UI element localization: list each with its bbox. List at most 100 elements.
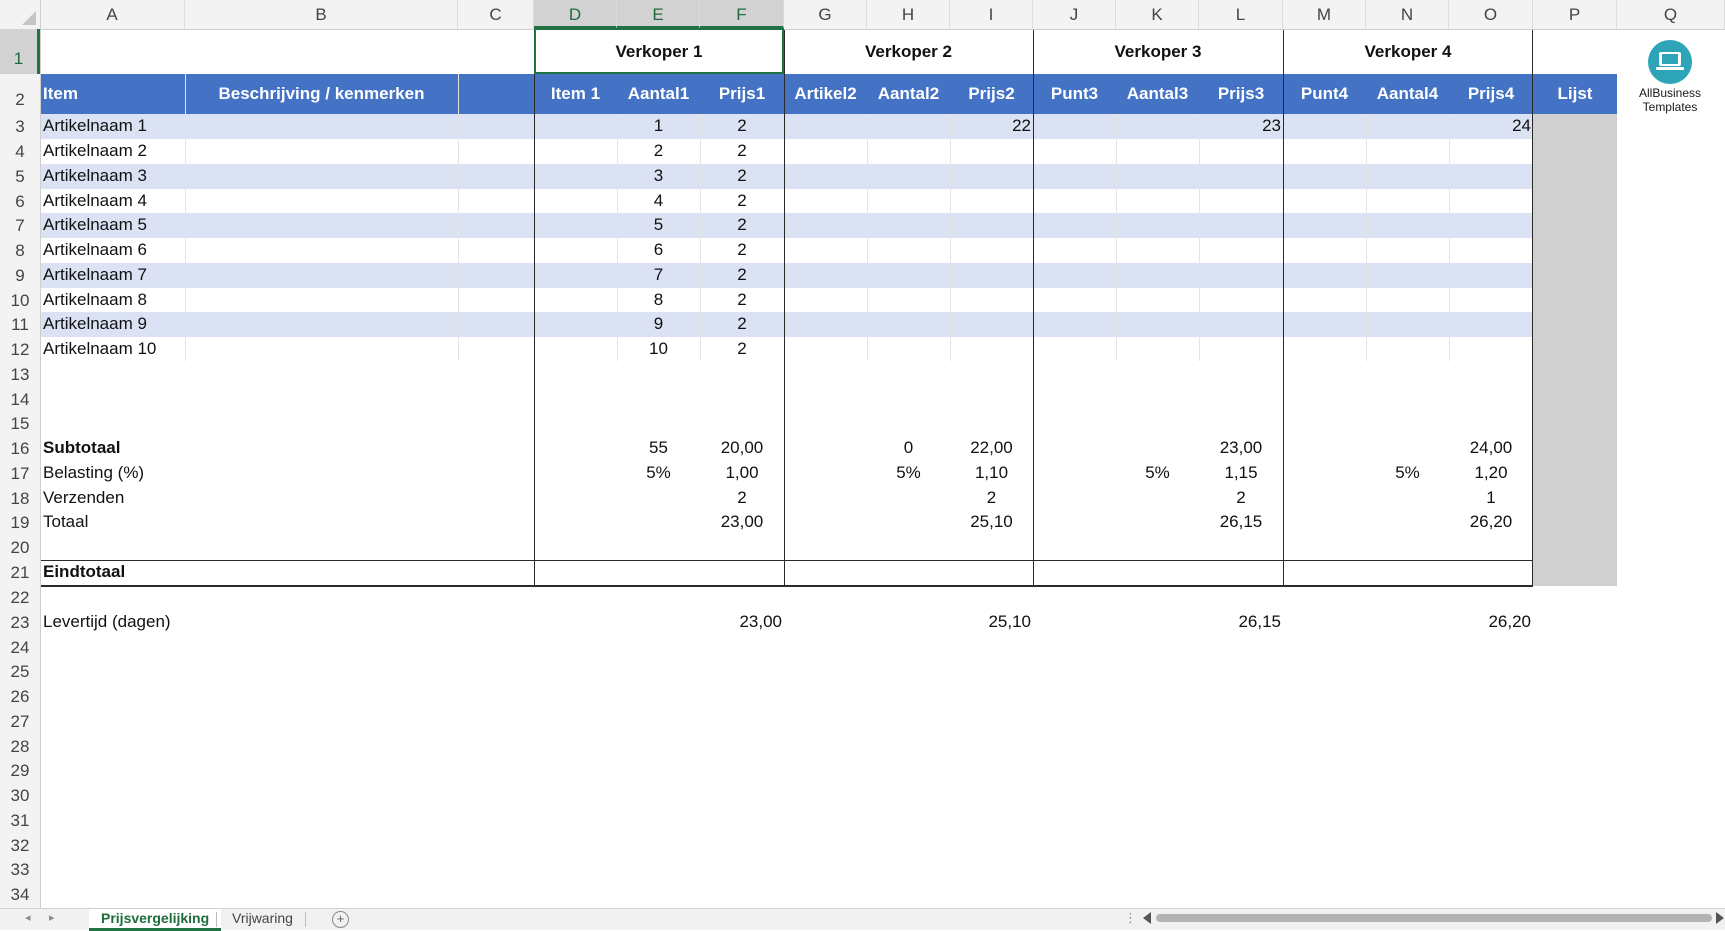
v1-total[interactable]: 23,00 <box>700 512 784 532</box>
v1-tax-pct[interactable]: 5% <box>617 463 700 483</box>
spreadsheet-grid[interactable]: A B C D E F G H I J K L M N O P Q 1 2 3 … <box>0 0 1725 908</box>
column-header-f[interactable]: F <box>700 0 784 29</box>
tab-prev-icon[interactable]: ◂ <box>25 911 31 924</box>
v4-shipping[interactable]: 1 <box>1449 488 1533 508</box>
header-aantal1[interactable]: Aantal1 <box>617 74 700 114</box>
tax-label[interactable]: Belasting (%) <box>43 463 144 483</box>
item-qty[interactable]: 6 <box>617 240 700 260</box>
header-item1[interactable]: Item 1 <box>534 74 617 114</box>
column-header-j[interactable]: J <box>1033 0 1116 29</box>
row-header-14[interactable]: 14 <box>0 387 40 412</box>
item-name[interactable]: Artikelnaam 10 <box>43 339 156 359</box>
item-qty[interactable]: 2 <box>617 141 700 161</box>
row-header-31[interactable]: 31 <box>0 808 40 833</box>
row-header-28[interactable]: 28 <box>0 734 40 759</box>
row-header-32[interactable]: 32 <box>0 833 40 858</box>
item-qty[interactable]: 10 <box>617 339 700 359</box>
header-description[interactable]: Beschrijving / kenmerken <box>185 74 458 114</box>
tab-vrijwaring[interactable]: Vrijwaring <box>220 909 305 929</box>
row-header-23[interactable]: 23 <box>0 610 40 635</box>
row-header-15[interactable]: 15 <box>0 411 40 436</box>
item-name[interactable]: Artikelnaam 6 <box>43 240 147 260</box>
vendor-2-title[interactable]: Verkoper 2 <box>784 29 1033 74</box>
header-prijs4[interactable]: Prijs4 <box>1449 74 1533 114</box>
row-header-10[interactable]: 10 <box>0 288 40 313</box>
row-header-13[interactable]: 13 <box>0 362 40 387</box>
header-aantal3[interactable]: Aantal3 <box>1116 74 1199 114</box>
horizontal-scrollbar-thumb[interactable] <box>1156 914 1712 922</box>
row-header-11[interactable]: 11 <box>0 312 40 337</box>
header-prijs2[interactable]: Prijs2 <box>950 74 1033 114</box>
row-header-2[interactable]: 2 <box>0 74 40 114</box>
v3-tax[interactable]: 1,15 <box>1199 463 1283 483</box>
item-name[interactable]: Artikelnaam 4 <box>43 191 147 211</box>
item-price[interactable]: 2 <box>700 265 784 285</box>
v2-shipping[interactable]: 2 <box>950 488 1033 508</box>
row-header-6[interactable]: 6 <box>0 189 40 214</box>
item-price-vendor4[interactable]: 24 <box>1449 116 1531 136</box>
v2-tax[interactable]: 1,10 <box>950 463 1033 483</box>
column-header-g[interactable]: G <box>784 0 867 29</box>
row-header-34[interactable]: 34 <box>0 882 40 907</box>
item-name[interactable]: Artikelnaam 8 <box>43 290 147 310</box>
v3-tax-pct[interactable]: 5% <box>1116 463 1199 483</box>
header-item[interactable]: Item <box>43 74 183 114</box>
column-header-m[interactable]: M <box>1283 0 1366 29</box>
row-header-4[interactable]: 4 <box>0 139 40 164</box>
vendor-4-title[interactable]: Verkoper 4 <box>1283 29 1533 74</box>
item-price[interactable]: 2 <box>700 166 784 186</box>
header-prijs1[interactable]: Prijs1 <box>700 74 784 114</box>
column-header-n[interactable]: N <box>1366 0 1449 29</box>
item-name[interactable]: Artikelnaam 7 <box>43 265 147 285</box>
item-name[interactable]: Artikelnaam 2 <box>43 141 147 161</box>
header-punt4[interactable]: Punt4 <box>1283 74 1366 114</box>
v4-lead-time[interactable]: 26,20 <box>1449 612 1531 632</box>
v1-subtotal[interactable]: 20,00 <box>700 438 784 458</box>
vendor-3-title[interactable]: Verkoper 3 <box>1033 29 1283 74</box>
item-qty[interactable]: 7 <box>617 265 700 285</box>
column-header-b[interactable]: B <box>185 0 458 29</box>
column-header-l[interactable]: L <box>1199 0 1283 29</box>
item-name[interactable]: Artikelnaam 3 <box>43 166 147 186</box>
v3-subtotal[interactable]: 23,00 <box>1199 438 1283 458</box>
header-aantal4[interactable]: Aantal4 <box>1366 74 1449 114</box>
item-price[interactable]: 2 <box>700 290 784 310</box>
column-header-k[interactable]: K <box>1116 0 1199 29</box>
row-header-24[interactable]: 24 <box>0 635 40 660</box>
v4-total[interactable]: 26,20 <box>1449 512 1533 532</box>
v2-lead-time[interactable]: 25,10 <box>950 612 1031 632</box>
v3-shipping[interactable]: 2 <box>1199 488 1283 508</box>
v2-total[interactable]: 25,10 <box>950 512 1033 532</box>
allbusiness-logo[interactable]: AllBusiness Templates <box>1628 40 1712 120</box>
item-price[interactable]: 2 <box>700 339 784 359</box>
column-header-h[interactable]: H <box>867 0 950 29</box>
scroll-left-icon[interactable] <box>1143 912 1151 924</box>
item-name[interactable]: Artikelnaam 1 <box>43 116 147 136</box>
v2-subtotal[interactable]: 22,00 <box>950 438 1033 458</box>
v2-subtotal-qty[interactable]: 0 <box>867 438 950 458</box>
grand-total-label[interactable]: Eindtotaal <box>43 562 125 582</box>
row-header-22[interactable]: 22 <box>0 585 40 610</box>
shipping-label[interactable]: Verzenden <box>43 488 124 508</box>
item-price-vendor2[interactable]: 22 <box>950 116 1031 136</box>
item-price[interactable]: 2 <box>700 240 784 260</box>
v1-lead-time[interactable]: 23,00 <box>700 612 782 632</box>
row-header-17[interactable]: 17 <box>0 461 40 486</box>
header-prijs3[interactable]: Prijs3 <box>1199 74 1283 114</box>
row-header-27[interactable]: 27 <box>0 709 40 734</box>
column-header-c[interactable]: C <box>458 0 534 29</box>
row-header-33[interactable]: 33 <box>0 857 40 882</box>
total-label[interactable]: Totaal <box>43 512 88 532</box>
v1-tax[interactable]: 1,00 <box>700 463 784 483</box>
v1-shipping[interactable]: 2 <box>700 488 784 508</box>
column-header-d[interactable]: D <box>534 0 617 29</box>
item-price[interactable]: 2 <box>700 314 784 334</box>
row-header-12[interactable]: 12 <box>0 337 40 362</box>
row-header-20[interactable]: 20 <box>0 535 40 560</box>
v4-tax-pct[interactable]: 5% <box>1366 463 1449 483</box>
item-qty[interactable]: 9 <box>617 314 700 334</box>
column-header-p[interactable]: P <box>1533 0 1617 29</box>
column-header-i[interactable]: I <box>950 0 1033 29</box>
row-header-5[interactable]: 5 <box>0 164 40 189</box>
row-header-18[interactable]: 18 <box>0 486 40 511</box>
